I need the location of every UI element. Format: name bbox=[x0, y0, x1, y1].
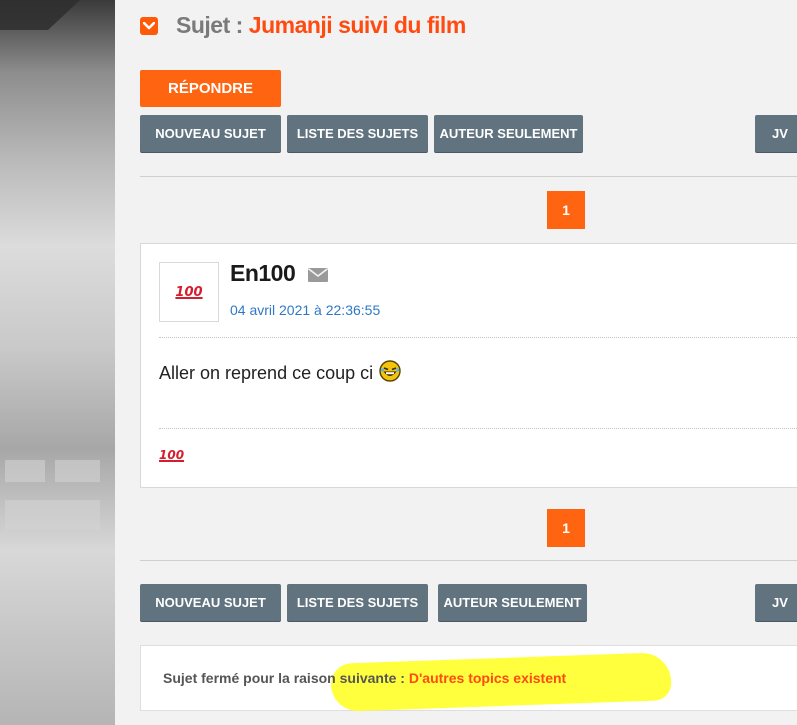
post-text: Aller on reprend ce coup ci bbox=[159, 363, 374, 383]
author-only-button[interactable]: AUTEUR SEULEMENT bbox=[438, 584, 587, 621]
new-topic-button[interactable]: NOUVEAU SUJET bbox=[140, 584, 281, 621]
post-signature: 100 bbox=[159, 446, 184, 464]
main-content: Sujet : Jumanji suivi du film RÉPONDRE N… bbox=[115, 0, 797, 725]
topic-list-button[interactable]: LISTE DES SUJETS bbox=[287, 115, 428, 152]
divider bbox=[159, 337, 797, 338]
author-only-button[interactable]: AUTEUR SEULEMENT bbox=[434, 115, 583, 152]
background-tile bbox=[55, 460, 100, 482]
closed-message: Sujet fermé pour la raison suivante : D'… bbox=[163, 670, 566, 686]
reply-button[interactable]: RÉPONDRE bbox=[140, 70, 281, 107]
page-1-button[interactable]: 1 bbox=[547, 509, 585, 547]
new-topic-button[interactable]: NOUVEAU SUJET bbox=[140, 115, 281, 152]
divider bbox=[140, 560, 797, 561]
background-shape bbox=[0, 0, 80, 30]
page-1-button[interactable]: 1 bbox=[547, 191, 585, 229]
chevron-down-icon[interactable] bbox=[140, 16, 158, 35]
topic-title: Jumanji suivi du film bbox=[248, 12, 466, 38]
post-body: Aller on reprend ce coup ci bbox=[159, 360, 401, 387]
laughing-smiley-icon bbox=[379, 360, 401, 387]
post-card: 100 En100 04 avril 2021 à 22:36:55 Aller… bbox=[140, 243, 797, 488]
post-author[interactable]: En100 bbox=[230, 260, 296, 287]
closed-reason: D'autres topics existent bbox=[408, 670, 567, 686]
jv-button[interactable]: JV bbox=[755, 115, 797, 152]
divider bbox=[159, 428, 797, 429]
topic-closed-notice: Sujet fermé pour la raison suivante : D'… bbox=[140, 645, 797, 712]
closed-label: Sujet fermé pour la raison suivante : bbox=[163, 670, 405, 686]
topic-header: Sujet : Jumanji suivi du film bbox=[140, 12, 466, 39]
divider bbox=[140, 176, 797, 177]
jv-button[interactable]: JV bbox=[755, 584, 797, 621]
avatar[interactable]: 100 bbox=[159, 262, 219, 322]
hundred-points-icon: 100 bbox=[159, 448, 185, 462]
background-tile bbox=[5, 460, 45, 482]
background-tile bbox=[5, 500, 100, 530]
envelope-icon[interactable] bbox=[308, 268, 328, 287]
post-date[interactable]: 04 avril 2021 à 22:36:55 bbox=[230, 302, 380, 318]
topic-prefix: Sujet : bbox=[176, 12, 243, 38]
hundred-points-icon: 100 bbox=[175, 284, 203, 300]
left-background bbox=[0, 0, 115, 725]
topic-list-button[interactable]: LISTE DES SUJETS bbox=[287, 584, 428, 621]
